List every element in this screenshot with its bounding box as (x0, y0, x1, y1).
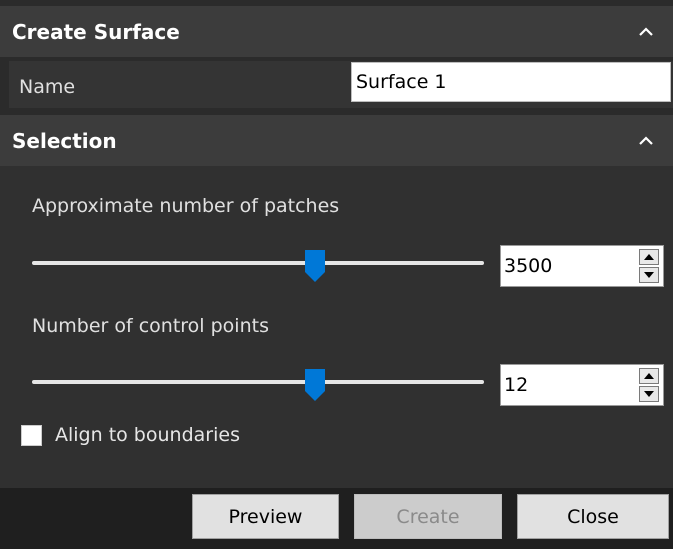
control-points-label: Number of control points (32, 315, 269, 337)
create-button[interactable]: Create (354, 494, 502, 539)
patches-spinbox[interactable]: 3500 (500, 245, 664, 287)
align-boundaries-option[interactable]: Align to boundaries (21, 424, 240, 446)
slider-thumb[interactable] (304, 249, 326, 283)
create-surface-header[interactable]: Create Surface (0, 6, 673, 57)
preview-button[interactable]: Preview (192, 494, 339, 539)
slider-thumb[interactable] (304, 368, 326, 402)
chevron-up-icon[interactable] (637, 132, 655, 150)
patches-slider[interactable] (32, 249, 484, 282)
chevron-up-icon[interactable] (637, 23, 655, 41)
selection-title: Selection (12, 128, 117, 153)
align-boundaries-label[interactable]: Align to boundaries (55, 424, 240, 446)
dialog-footer: Preview Create Close (0, 488, 673, 549)
spin-up-button[interactable] (639, 249, 659, 265)
slider-track (32, 261, 484, 265)
create-surface-title: Create Surface (12, 19, 180, 44)
control-points-slider[interactable] (32, 368, 484, 401)
name-row: Name (9, 61, 673, 108)
name-label: Name (19, 76, 76, 98)
name-field[interactable] (351, 62, 671, 102)
control-points-value[interactable]: 12 (504, 374, 528, 396)
align-boundaries-checkbox[interactable] (21, 424, 42, 446)
slider-track (32, 380, 484, 384)
patches-label: Approximate number of patches (32, 195, 340, 217)
spin-down-button[interactable] (639, 267, 659, 283)
control-points-spinbox[interactable]: 12 (500, 364, 664, 406)
patches-value[interactable]: 3500 (504, 255, 552, 277)
close-button[interactable]: Close (517, 494, 669, 539)
selection-header[interactable]: Selection (0, 115, 673, 166)
spin-up-button[interactable] (639, 368, 659, 384)
spin-down-button[interactable] (639, 386, 659, 402)
